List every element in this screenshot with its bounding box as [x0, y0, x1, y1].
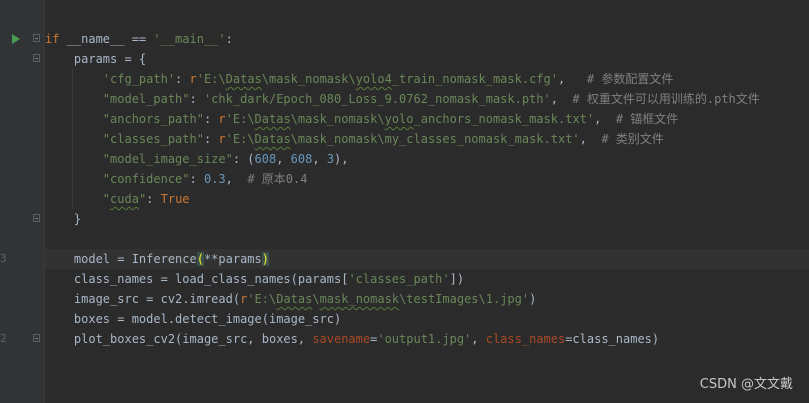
line-number: 3: [0, 252, 6, 265]
code-line: "anchors_path": r'E:\Datas\mask_nomask\y…: [102, 112, 679, 126]
code-line: "classes_path": r'E:\Datas\mask_nomask\m…: [102, 132, 664, 146]
code-line: image_src = cv2.imread(r'E:\Datas\mask_n…: [45, 292, 537, 306]
code-area[interactable]: if __name__ == '__main__': params = { 'c…: [45, 0, 809, 403]
code-line: plot_boxes_cv2(image_src, boxes, savenam…: [45, 332, 660, 346]
code-line: params = {: [45, 52, 147, 66]
gutter-line: [0, 209, 44, 229]
gutter-line: [0, 29, 44, 49]
watermark: CSDN @文文戴: [699, 377, 793, 392]
fold-icon[interactable]: [33, 214, 40, 222]
line-number: 2: [0, 332, 6, 345]
code-line: "confidence": 0.3, # 原本0.4: [102, 172, 308, 186]
gutter: 3 2: [0, 0, 45, 403]
code-line: "model_image_size": (608, 608, 3),: [102, 152, 349, 166]
code-line: "cuda": True: [102, 192, 190, 206]
code-line: "model_path": 'chk_dark/Epoch_080_Loss_9…: [102, 92, 760, 106]
code-editor[interactable]: 3 2 if __name__ == '__main__': params = …: [0, 0, 809, 403]
fold-icon[interactable]: [33, 334, 40, 342]
code-line: }: [45, 212, 82, 226]
gutter-line: [0, 49, 44, 69]
code-line: class_names = load_class_names(params['c…: [45, 272, 465, 286]
gutter-line: [0, 329, 44, 349]
code-line: if __name__ == '__main__':: [45, 32, 233, 46]
code-line: 'cfg_path': r'E:\Datas\mask_nomask\yolo4…: [102, 72, 674, 86]
code-line: boxes = model.detect_image(image_src): [45, 312, 342, 326]
fold-icon[interactable]: [33, 34, 40, 42]
current-code-line: model = Inference(**params): [45, 249, 809, 269]
run-icon[interactable]: [12, 34, 20, 44]
fold-icon[interactable]: [33, 54, 40, 62]
